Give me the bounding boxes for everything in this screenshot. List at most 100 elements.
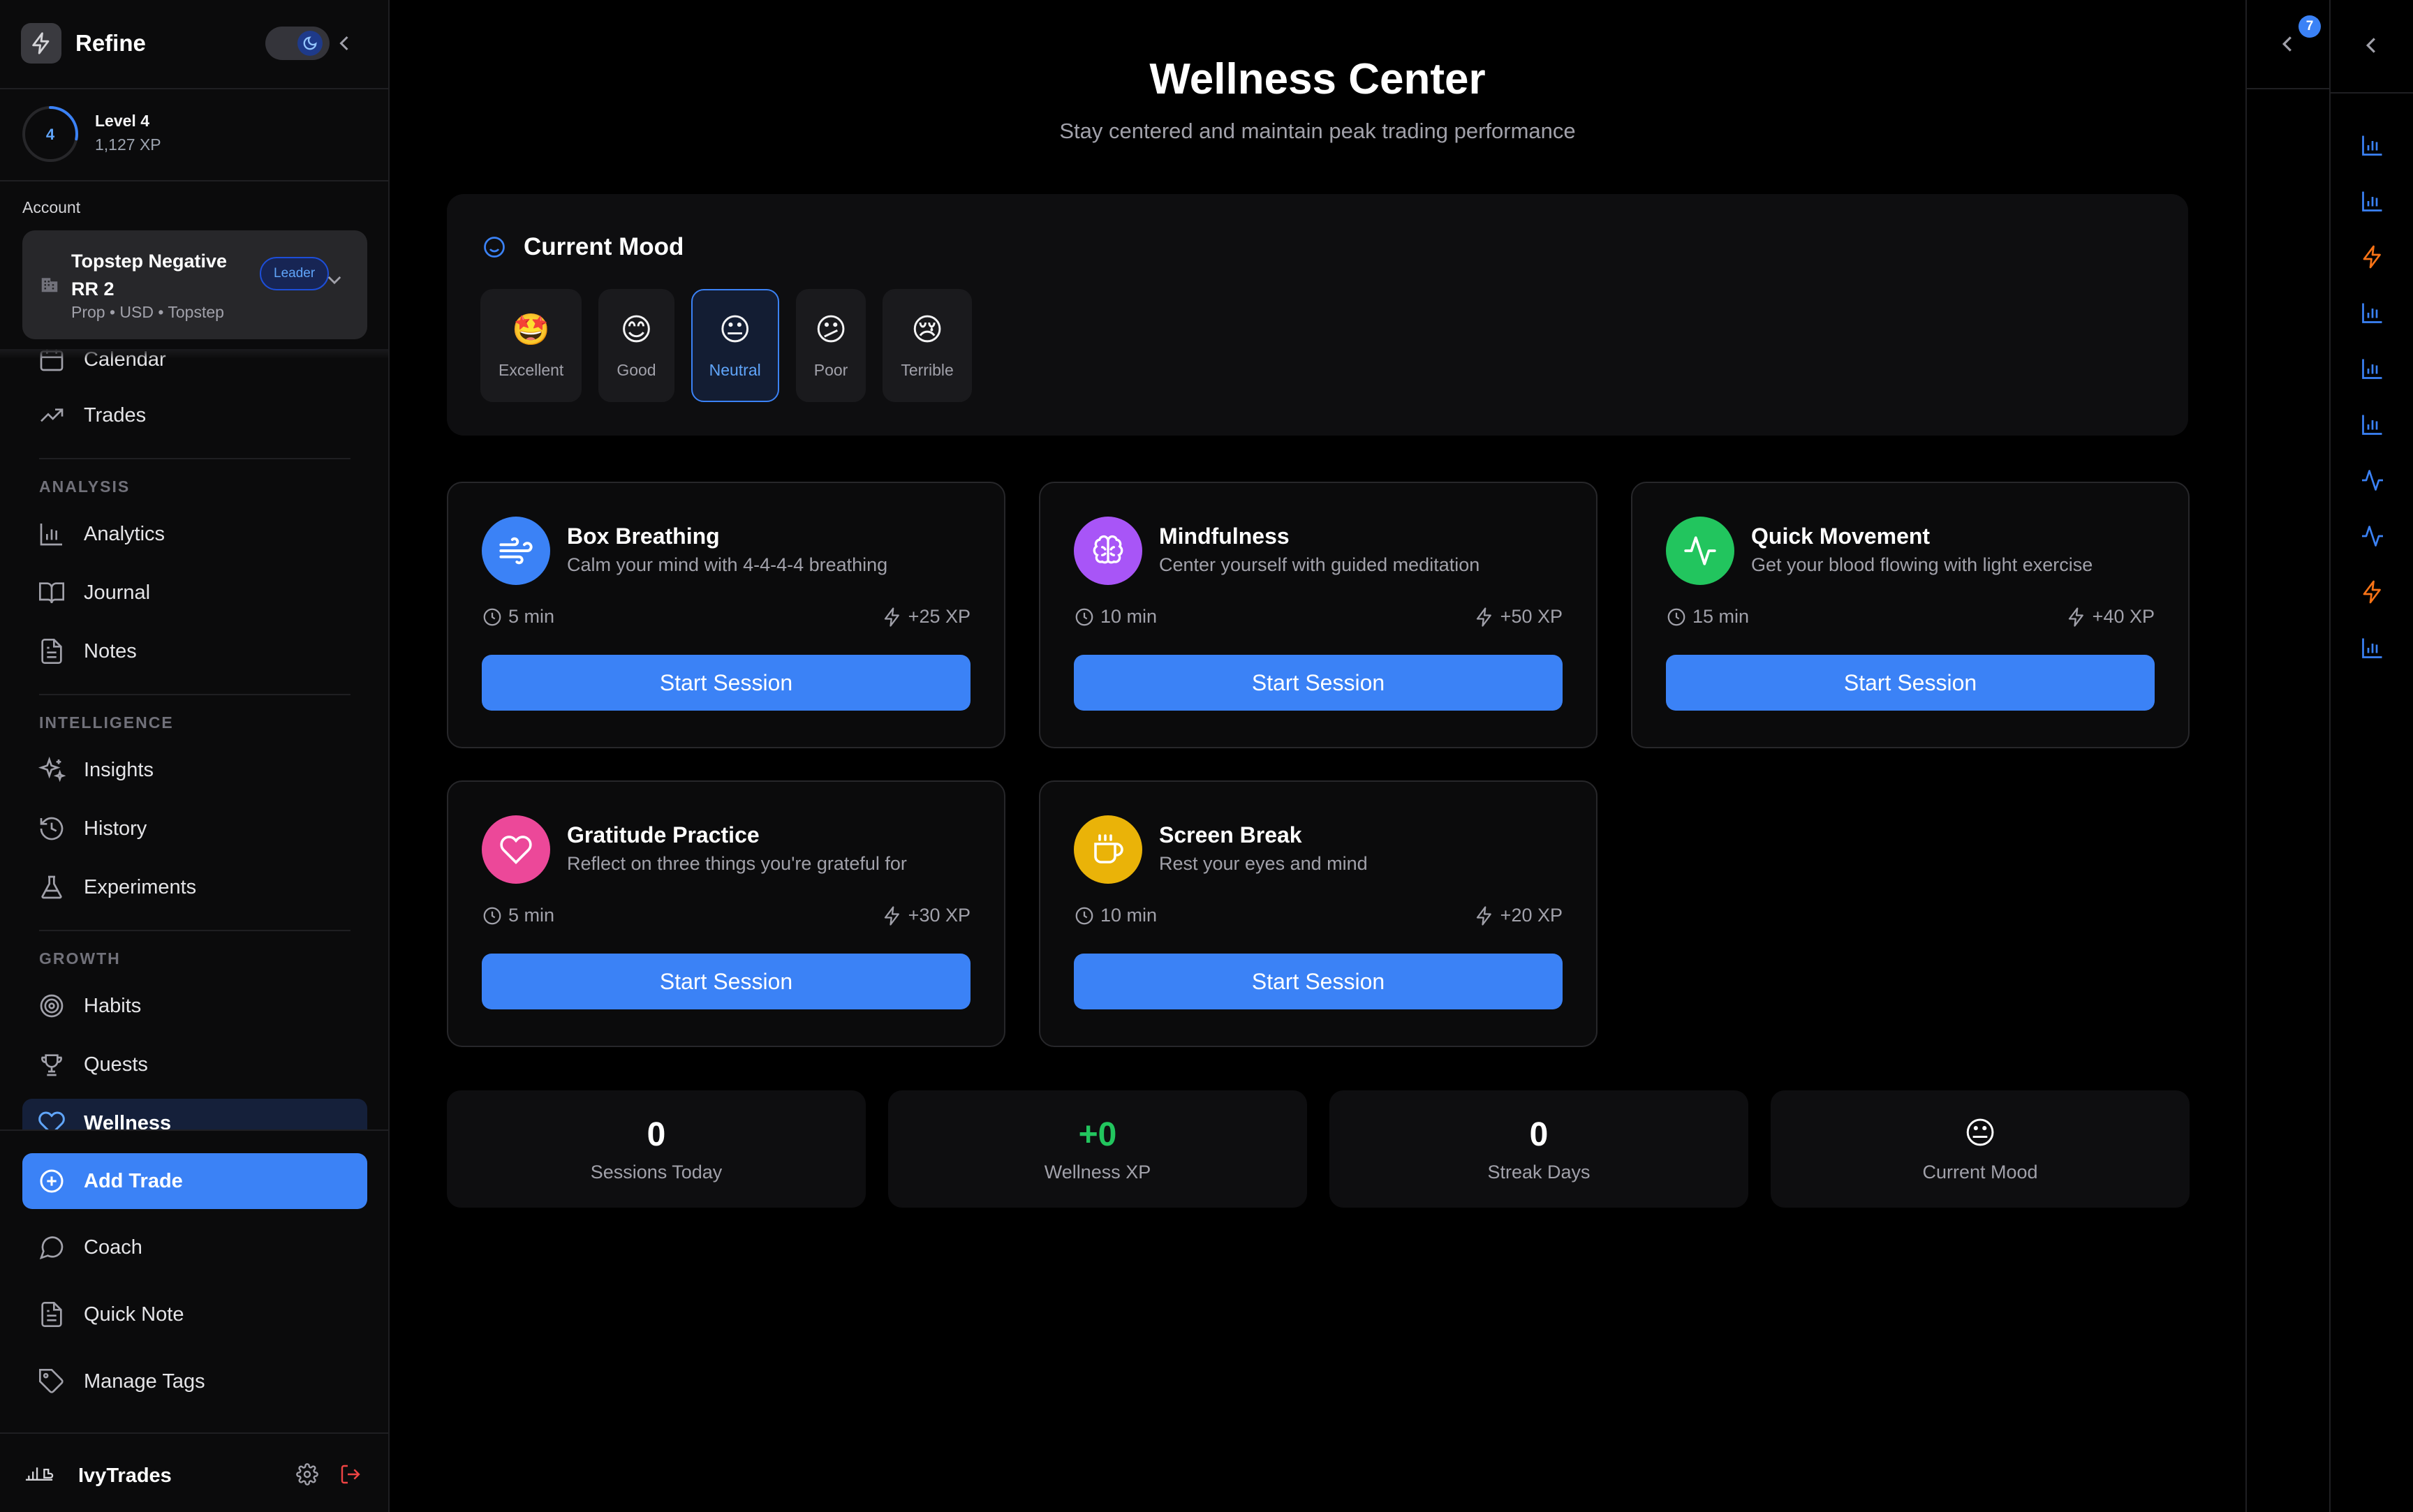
mood-neutral-button[interactable]: 😐 Neutral (691, 289, 779, 402)
nav-insights-label: Insights (84, 758, 154, 781)
nav-insights[interactable]: Insights (22, 746, 367, 794)
exercise-card-gratitude-practice: Gratitude Practice Reflect on three thin… (447, 780, 1005, 1047)
user-name[interactable]: IvyTrades (78, 1465, 172, 1488)
stat-wellness-xp: +0 Wellness XP (888, 1090, 1307, 1208)
mood-label: Terrible (901, 360, 954, 379)
stat-current-mood: 😐 Current Mood (1771, 1090, 2190, 1208)
nav-experiments[interactable]: Experiments (22, 863, 367, 912)
gear-icon[interactable] (296, 1463, 318, 1485)
book-open-icon (39, 582, 64, 604)
clock-icon (483, 907, 501, 924)
bar-chart-icon[interactable] (2360, 412, 2385, 437)
nav-trades[interactable]: Trades (22, 391, 367, 440)
chevron-left-icon[interactable] (2366, 36, 2377, 54)
bar-chart-icon[interactable] (2360, 356, 2385, 381)
mood-options: 🤩 Excellent 😊 Good 😐 Neutral 😕 Poor 😢 Te… (480, 289, 972, 402)
stat-label: Streak Days (1487, 1162, 1591, 1183)
nav-quests[interactable]: Quests (22, 1040, 367, 1089)
exercise-title: Mindfulness (1159, 524, 1290, 549)
start-session-button[interactable]: Start Session (1074, 954, 1563, 1009)
duration-value: 5 min (508, 606, 555, 627)
account-name: Topstep Negative RR 2 (71, 251, 228, 299)
clock-icon (1075, 608, 1093, 625)
mood-good-button[interactable]: 😊 Good (598, 289, 674, 402)
zap-icon[interactable] (2360, 579, 2385, 605)
bar-chart-icon (40, 524, 62, 546)
divider (39, 458, 350, 459)
nav-habits[interactable]: Habits (22, 981, 367, 1030)
account-selector[interactable]: Topstep Negative RR 2 Prop • USD • Topst… (22, 230, 367, 339)
bar-chart-icon[interactable] (2360, 188, 2385, 214)
xp-reward: +30 XP (882, 905, 971, 926)
start-session-button[interactable]: Start Session (1666, 655, 2155, 711)
activity-icon (1666, 517, 1734, 585)
main-content: Wellness Center Stay centered and mainta… (390, 0, 2245, 1512)
level-number: 4 (46, 126, 55, 143)
divider (39, 930, 350, 931)
stat-label: Sessions Today (590, 1162, 723, 1183)
moon-icon (297, 31, 323, 56)
brand[interactable]: Refine (21, 22, 146, 64)
stat-label: Wellness XP (1044, 1162, 1151, 1183)
stat-value: +0 (1078, 1116, 1117, 1153)
duration-value: 5 min (508, 905, 555, 926)
nav-history-label: History (84, 817, 147, 840)
xp-reward: +20 XP (1474, 905, 1563, 926)
nav-analytics[interactable]: Analytics (22, 510, 367, 558)
quick-note-label: Quick Note (84, 1303, 184, 1326)
divider (39, 694, 350, 695)
add-trade-button[interactable]: Add Trade (22, 1153, 367, 1209)
widgets-rail (2329, 0, 2413, 1512)
logout-icon[interactable] (339, 1463, 362, 1485)
manage-tags-button[interactable]: Manage Tags (22, 1357, 367, 1406)
start-session-button[interactable]: Start Session (482, 954, 971, 1009)
exercise-card-box-breathing: Box Breathing Calm your mind with 4-4-4-… (447, 482, 1005, 748)
history-icon (40, 817, 64, 840)
current-mood-panel: Current Mood 🤩 Excellent 😊 Good 😐 Neutra… (447, 194, 2188, 436)
exercise-description: Get your blood flowing with light exerci… (1751, 554, 2093, 575)
page-title: Wellness Center (1149, 55, 1486, 103)
duration-value: 10 min (1100, 606, 1158, 627)
quick-note-button[interactable]: Quick Note (22, 1290, 367, 1339)
nav-journal[interactable]: Journal (22, 568, 367, 617)
start-session-button[interactable]: Start Session (1074, 655, 1563, 711)
chevron-left-icon[interactable] (2282, 35, 2293, 53)
theme-toggle[interactable] (265, 27, 330, 60)
chevron-down-icon[interactable] (327, 275, 342, 285)
zap-icon[interactable] (2360, 244, 2385, 269)
start-session-button[interactable]: Start Session (482, 655, 971, 711)
neutral-emoji-icon: 😐 (718, 312, 751, 347)
bar-chart-icon[interactable] (2360, 635, 2385, 660)
exercise-meta: 10 min +20 XP (1074, 905, 1563, 926)
exercise-description: Reflect on three things you're grateful … (567, 853, 907, 874)
neutral-emoji-icon: 😐 (1964, 1116, 1996, 1150)
collapse-sidebar-button[interactable] (334, 31, 355, 56)
exercise-meta: 5 min +30 XP (482, 905, 971, 926)
exercise-description: Calm your mind with 4-4-4-4 breathing (567, 554, 888, 575)
section-analysis: ANALYSIS (39, 477, 131, 496)
exercise-description: Center yourself with guided meditation (1159, 554, 1480, 575)
activity-icon[interactable] (2360, 468, 2385, 493)
mood-terrible-button[interactable]: 😢 Terrible (883, 289, 972, 402)
mood-excellent-button[interactable]: 🤩 Excellent (480, 289, 582, 402)
trader-avatar-icon[interactable] (24, 1463, 54, 1484)
nav-wellness[interactable]: Wellness (22, 1099, 367, 1129)
activity-icon[interactable] (2360, 524, 2385, 549)
level-title: Level 4 (95, 112, 149, 130)
nav-history[interactable]: History (22, 804, 367, 853)
duration: 15 min (1666, 606, 1749, 628)
level-progress-ring[interactable]: 4 (21, 105, 80, 163)
clock-icon (1075, 907, 1093, 924)
bar-chart-icon[interactable] (2360, 133, 2385, 158)
nav-quests-label: Quests (84, 1053, 148, 1076)
mood-poor-button[interactable]: 😕 Poor (795, 289, 866, 402)
nav-menu: Calendar Trades ANALYSIS Analytics Journ… (0, 349, 388, 1129)
bar-chart-icon[interactable] (2360, 300, 2385, 325)
nav-notes[interactable]: Notes (22, 627, 367, 676)
add-trade-label: Add Trade (84, 1169, 183, 1192)
coach-button[interactable]: Coach (22, 1223, 367, 1272)
xp-value: +20 XP (1500, 905, 1563, 926)
zap-icon (1476, 607, 1491, 627)
stat-value: 0 (647, 1116, 666, 1153)
exercise-meta: 15 min +40 XP (1666, 606, 2155, 628)
